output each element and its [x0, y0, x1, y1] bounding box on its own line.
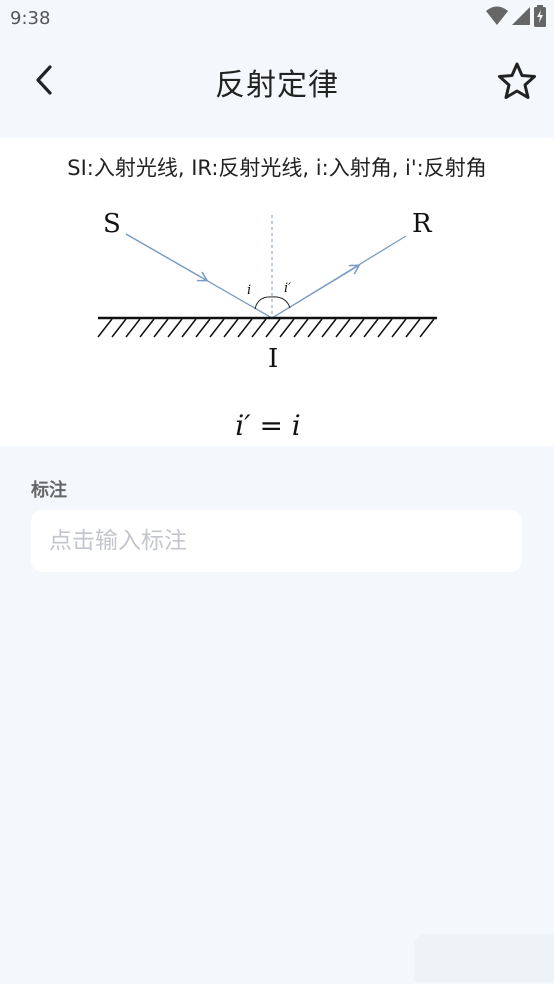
diagram-caption: SI:入射光线, IR:反射光线, i:入射角, i':反射角	[67, 156, 487, 180]
label-R: R	[412, 209, 433, 239]
label-I: I	[268, 344, 278, 374]
favorite-button[interactable]	[494, 58, 540, 104]
app-bar: 反射定律	[0, 38, 554, 124]
reflection-angle-arc	[271, 296, 291, 309]
formula: i′ = i	[235, 409, 301, 442]
status-bar: 9:38	[0, 0, 554, 38]
reflection-diagram: S R I i i′ i′ = i	[97, 209, 437, 442]
note-label: 标注	[31, 480, 67, 501]
label-incidence-angle: i	[247, 283, 251, 298]
status-time: 9:38	[10, 8, 51, 29]
status-icons	[486, 5, 546, 31]
content-card: SI:入射光线, IR:反射光线, i:入射角, i':反射角 S R I i …	[0, 138, 554, 446]
bottom-corner-area	[414, 934, 554, 982]
label-reflection-angle: i′	[284, 281, 291, 296]
mirror-hatching	[97, 318, 435, 338]
page-title: 反射定律	[215, 68, 339, 103]
incident-angle-arc	[254, 296, 273, 310]
incident-ray-arrow	[125, 233, 206, 280]
battery-icon	[534, 5, 546, 31]
label-S: S	[103, 209, 121, 239]
wifi-icon	[486, 6, 508, 30]
signal-icon	[512, 6, 530, 30]
star-outline-icon	[498, 62, 536, 99]
note-input[interactable]	[31, 510, 522, 572]
